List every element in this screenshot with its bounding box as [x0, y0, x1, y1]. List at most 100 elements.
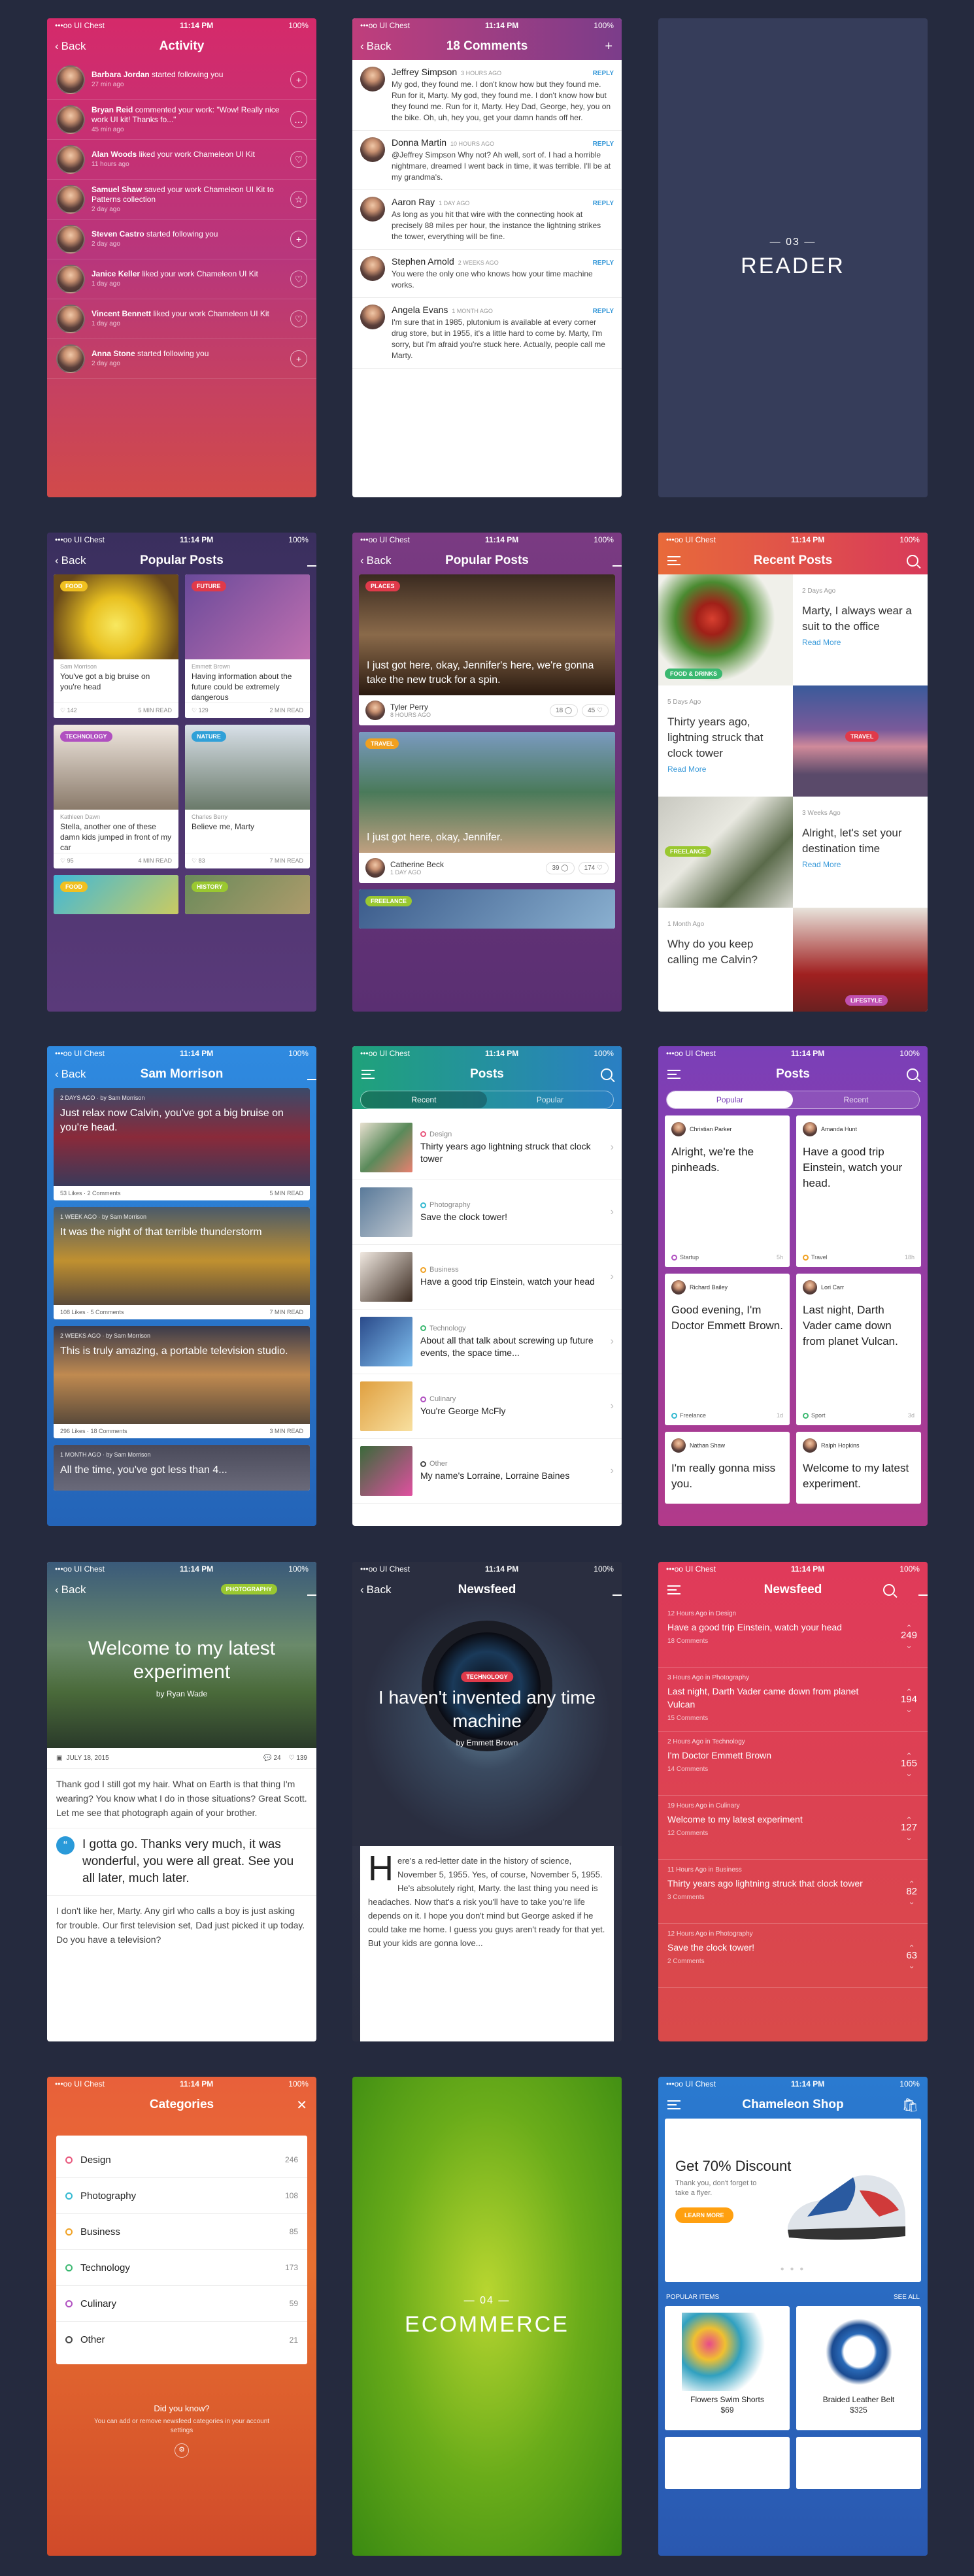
learn-more-button[interactable]: LEARN MORE: [675, 2207, 733, 2223]
avatar[interactable]: [360, 197, 385, 222]
back-button[interactable]: ‹ Back: [360, 554, 391, 567]
post-card[interactable]: FOOD: [54, 875, 178, 914]
newsfeed-item[interactable]: 2 Hours Ago in Technology I'm Doctor Emme…: [658, 1732, 928, 1796]
vote-count[interactable]: 82: [906, 1879, 917, 1906]
product-card[interactable]: Flowers Swim Shorts $69: [665, 2306, 790, 2430]
add-icon[interactable]: +: [605, 39, 613, 54]
category-tag[interactable]: HISTORY: [192, 882, 228, 892]
action-icon[interactable]: +: [290, 231, 307, 248]
avatar[interactable]: [365, 701, 385, 720]
activity-item[interactable]: Vincent Bennett liked your work Chameleo…: [47, 299, 316, 339]
post-card[interactable]: FUTURE Emmett Brown Having information abo…: [185, 574, 310, 718]
avatar[interactable]: [360, 67, 385, 91]
category-item[interactable]: Photography 108: [56, 2178, 307, 2214]
comment-author[interactable]: Aaron Ray: [392, 197, 435, 208]
post-card[interactable]: 1 Month Ago Why do you keep calling me Ca…: [658, 908, 793, 1012]
back-button[interactable]: ‹ Back: [360, 1583, 391, 1596]
activity-item[interactable]: Steven Castro started following you 2 day…: [47, 220, 316, 259]
action-icon[interactable]: ♡: [290, 271, 307, 288]
close-icon[interactable]: ✕: [296, 2097, 307, 2113]
comments-count[interactable]: 18 ◯: [550, 704, 579, 717]
avatar[interactable]: [671, 1438, 686, 1453]
tab-recent[interactable]: Recent: [793, 1091, 919, 1108]
category-item[interactable]: Culinary 59: [56, 2286, 307, 2322]
comment-author[interactable]: Angela Evans: [392, 305, 448, 316]
post-card[interactable]: 3 Weeks Ago Alright, let's set your desti…: [793, 797, 928, 908]
likes-count[interactable]: ♡ 83: [192, 857, 205, 865]
vote-count[interactable]: 194: [901, 1687, 917, 1714]
tab-popular[interactable]: Popular: [487, 1091, 613, 1108]
post-card[interactable]: TECHNOLOGY Kathleen Dawn Stella, another o…: [54, 725, 178, 868]
back-button[interactable]: ‹ Back: [55, 1583, 86, 1596]
menu-icon[interactable]: [667, 2100, 680, 2109]
quote-card[interactable]: Richard Bailey Good evening, I'm Doctor E…: [665, 1274, 790, 1425]
avatar[interactable]: [56, 225, 85, 254]
quote-card[interactable]: Ralph Hopkins Welcome to my latest experi…: [796, 1432, 921, 1504]
list-item[interactable]: Technology About all that talk about scre…: [352, 1310, 622, 1374]
search-icon[interactable]: [601, 1068, 613, 1080]
newsfeed-item[interactable]: 19 Hours Ago in Culinary Welcome to my la…: [658, 1796, 928, 1860]
likes-count[interactable]: ♡ 129: [192, 707, 209, 714]
activity-item[interactable]: Anna Stone started following you 2 day ag…: [47, 339, 316, 379]
avatar[interactable]: [56, 145, 85, 174]
likes-count[interactable]: ♡ 95: [60, 857, 74, 865]
search-icon[interactable]: [883, 1584, 895, 1596]
category-tag[interactable]: NATURE: [192, 731, 226, 742]
post-card[interactable]: 2 Days Ago Marty, I always wear a suit to…: [793, 574, 928, 685]
activity-item[interactable]: Samuel Shaw saved your work Chameleon UI…: [47, 180, 316, 220]
category-item[interactable]: Design 246: [56, 2142, 307, 2178]
vote-count[interactable]: 165: [901, 1751, 917, 1778]
likes-count[interactable]: ♡ 142: [60, 707, 77, 714]
read-more-link[interactable]: Read More: [802, 635, 918, 650]
menu-icon[interactable]: [667, 1585, 680, 1594]
category-tag[interactable]: FREELANCE: [365, 896, 412, 906]
avatar[interactable]: [56, 305, 85, 333]
comment-author[interactable]: Stephen Arnold: [392, 256, 454, 267]
likes-count[interactable]: 296 Likes: [60, 1428, 86, 1434]
action-icon[interactable]: ♡: [290, 151, 307, 168]
comments-count[interactable]: 1d: [777, 1412, 783, 1419]
avatar[interactable]: [360, 256, 385, 281]
pagination-dots[interactable]: ● ● ●: [665, 2266, 921, 2273]
avatar[interactable]: [365, 858, 385, 878]
read-more-link[interactable]: Read More: [802, 857, 918, 872]
category-item[interactable]: Business 85: [56, 2214, 307, 2250]
quote-card[interactable]: Nathan Shaw I'm really gonna miss you.: [665, 1432, 790, 1504]
reply-button[interactable]: REPLY: [592, 306, 614, 317]
post-card[interactable]: 1 MONTH AGO · by Sam Morrison All the tim…: [54, 1445, 310, 1491]
list-item[interactable]: Other My name's Lorraine, Lorraine Baines…: [352, 1439, 622, 1504]
post-card[interactable]: TRAVEL I just got here, okay, Jennifer. Ca…: [359, 732, 615, 883]
post-card[interactable]: FOOD Sam Morrison You've got a big bruise …: [54, 574, 178, 718]
list-item[interactable]: Design Thirty years ago lightning struck …: [352, 1115, 622, 1180]
shopping-bag-icon[interactable]: 🛍: [902, 2097, 918, 2113]
activity-item[interactable]: Barbara Jordan started following you 27 m…: [47, 60, 316, 100]
back-button[interactable]: ‹ Back: [360, 40, 391, 53]
category-item[interactable]: Other 21: [56, 2322, 307, 2358]
action-icon[interactable]: ♡: [290, 310, 307, 327]
avatar[interactable]: [803, 1438, 817, 1453]
list-item[interactable]: Photography Save the clock tower! ›: [352, 1180, 622, 1245]
category-tag[interactable]: TECHNOLOGY: [461, 1672, 513, 1682]
category-tag[interactable]: FUTURE: [192, 581, 226, 591]
newsfeed-item[interactable]: 11 Hours Ago in Business Thirty years ago…: [658, 1860, 928, 1924]
action-icon[interactable]: ☆: [290, 191, 307, 208]
category-tag[interactable]: PLACES: [365, 581, 400, 591]
back-button[interactable]: ‹ Back: [55, 554, 86, 567]
vote-count[interactable]: 249: [901, 1623, 917, 1650]
post-card[interactable]: PLACES I just got here, okay, Jennifer's …: [359, 574, 615, 725]
likes-count[interactable]: 174 ♡: [578, 861, 609, 874]
category-tag[interactable]: TRAVEL: [365, 738, 399, 749]
product-card[interactable]: Braided Leather Belt $325: [796, 2306, 921, 2430]
newsfeed-item[interactable]: 12 Hours Ago in Design Have a good trip E…: [658, 1604, 928, 1668]
post-card[interactable]: NATURE Charles Berry Believe me, Marty ♡ 83…: [185, 725, 310, 868]
category-tag[interactable]: LIFESTYLE: [845, 995, 888, 1006]
quote-card[interactable]: Amanda Hunt Have a good trip Einstein, wa…: [796, 1115, 921, 1267]
list-item[interactable]: Culinary You're George McFly ›: [352, 1374, 622, 1439]
avatar[interactable]: [360, 137, 385, 162]
activity-item[interactable]: Bryan Reid commented your work: "Wow! Re…: [47, 100, 316, 140]
reply-button[interactable]: REPLY: [592, 139, 614, 150]
comments-count[interactable]: 18 Comments: [91, 1428, 127, 1434]
avatar[interactable]: [56, 185, 85, 214]
avatar[interactable]: [803, 1280, 817, 1295]
avatar[interactable]: [56, 105, 85, 134]
